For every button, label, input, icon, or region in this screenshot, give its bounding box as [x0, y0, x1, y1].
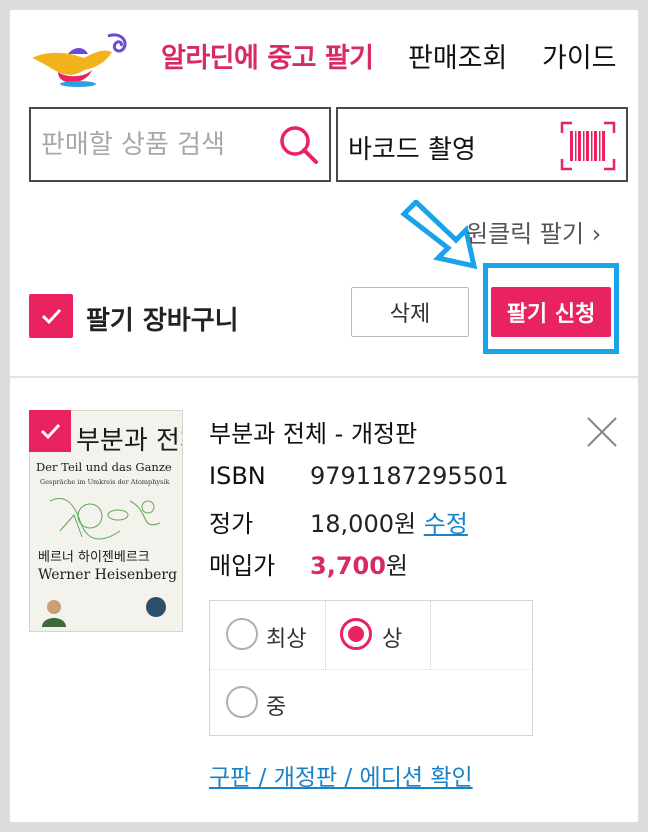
- buy-price-unit: 원: [385, 552, 409, 580]
- lamp-logo-icon[interactable]: [28, 28, 134, 88]
- search-icon[interactable]: [277, 123, 321, 167]
- cover-title: 부분과 전체: [76, 426, 183, 456]
- isbn-value: 9791187295501: [310, 462, 509, 490]
- buy-price-label: 매입가: [209, 552, 276, 580]
- grade-divider: [210, 669, 532, 670]
- edit-link[interactable]: 수정: [424, 510, 468, 538]
- grade-good-radio[interactable]: [340, 618, 372, 650]
- divider: [10, 376, 638, 378]
- grade-divider: [430, 601, 431, 669]
- cover-subtitle: Der Teil und das Ganze: [36, 460, 172, 474]
- cover-author-en: Werner Heisenberg: [38, 567, 177, 583]
- chevron-right-icon: ›: [591, 220, 602, 248]
- grade-divider: [325, 601, 326, 669]
- nav-lookup-link[interactable]: 판매조회: [408, 36, 507, 75]
- edition-check-link[interactable]: 구판 / 개정판 / 에디션 확인: [209, 758, 473, 792]
- check-icon: [41, 308, 62, 325]
- list-price-label: 정가: [209, 510, 254, 538]
- buy-price-row: 3,700원: [310, 546, 408, 581]
- nav-sell-link[interactable]: 알라딘에 중고 팔기: [161, 36, 374, 75]
- page-frame: 알라딘에 중고 팔기 판매조회 가이드 바코드 촬영: [10, 10, 638, 822]
- grade-fair-radio[interactable]: [226, 686, 258, 718]
- item-title[interactable]: 부분과 전체 - 개정판: [209, 414, 417, 449]
- grade-good-label: 상: [382, 627, 403, 652]
- cover-author-ko: 베르너 하이젠베르크: [38, 550, 150, 565]
- condition-selector: 최상 상 중: [209, 600, 533, 736]
- select-all-checkbox[interactable]: [29, 294, 73, 338]
- oneclick-label: 원클릭 팔기: [466, 220, 585, 248]
- buy-price-value: 3,700: [310, 552, 386, 580]
- barcode-scan-button[interactable]: 바코드 촬영: [336, 107, 628, 182]
- grade-fair-label: 중: [266, 695, 287, 720]
- close-icon[interactable]: [584, 414, 620, 450]
- sell-request-button[interactable]: 팔기 신청: [491, 287, 611, 337]
- search-box: [29, 107, 331, 182]
- grade-best-label: 최상: [266, 627, 307, 652]
- oneclick-sell-link[interactable]: 원클릭 팔기 ›: [466, 214, 601, 249]
- list-price-value: 18,000원: [310, 510, 417, 538]
- search-input[interactable]: [41, 127, 271, 163]
- nav-guide-link[interactable]: 가이드: [542, 36, 617, 75]
- barcode-label: 바코드 촬영: [348, 135, 476, 165]
- list-price-row: 18,000원 수정: [310, 504, 468, 539]
- cart-title: 팔기 장바구니: [86, 306, 239, 336]
- grade-best-radio[interactable]: [226, 618, 258, 650]
- cover-tagline: Gespräche im Umkreis der Atomphysik: [40, 478, 169, 486]
- barcode-icon: [560, 121, 616, 171]
- check-icon: [40, 423, 61, 440]
- delete-button[interactable]: 삭제: [351, 287, 469, 337]
- isbn-label: ISBN: [209, 462, 266, 490]
- item-checkbox[interactable]: [29, 410, 71, 452]
